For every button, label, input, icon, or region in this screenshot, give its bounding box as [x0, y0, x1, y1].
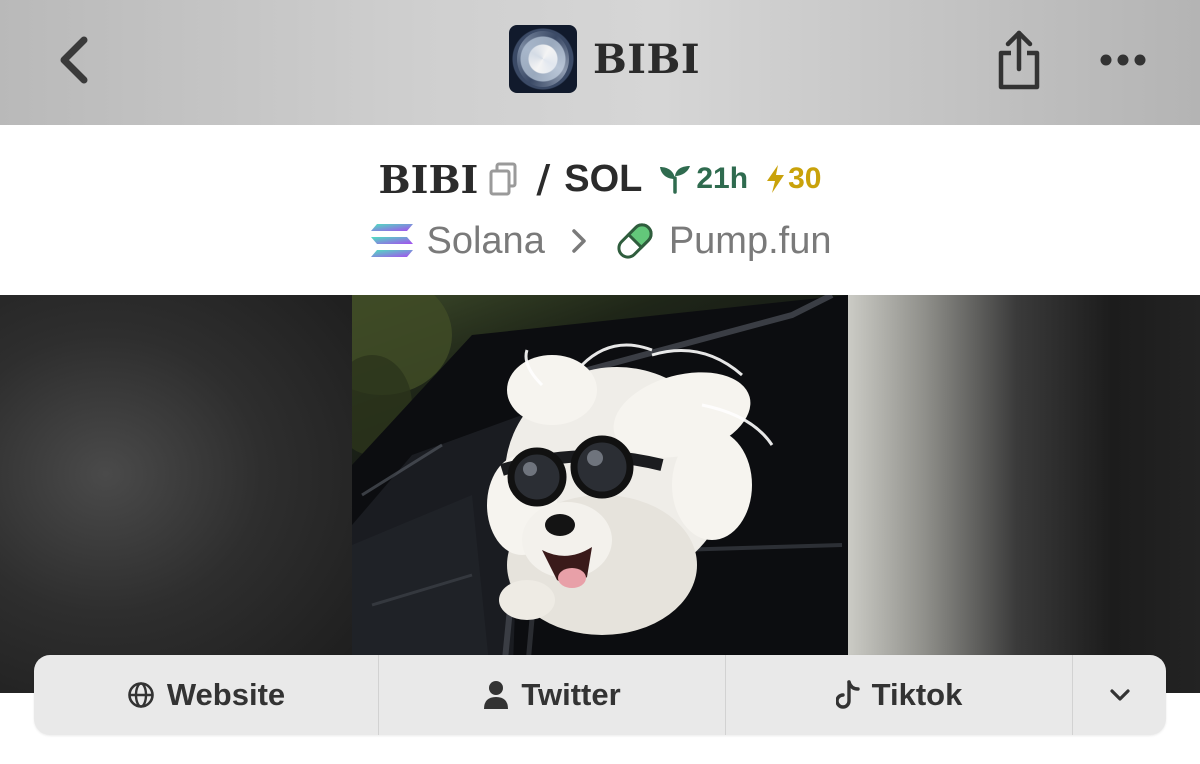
sprout-icon	[660, 166, 691, 194]
boost-count: 30	[788, 162, 822, 195]
dex-link[interactable]: Pump.fun	[613, 219, 832, 263]
pair-header: BIBI / SOL 21h 30	[0, 150, 1200, 208]
page-title: BIBI	[593, 35, 701, 83]
banner-backdrop-left	[0, 295, 352, 693]
solana-icon	[370, 224, 413, 257]
token-title-group: BIBI	[509, 25, 700, 93]
twitter-button[interactable]: Twitter	[379, 655, 726, 735]
website-button[interactable]: Website	[34, 655, 379, 735]
dex-name: Pump.fun	[668, 219, 832, 262]
pill-icon	[617, 223, 653, 259]
more-links-button[interactable]	[1073, 655, 1166, 735]
token-banner	[0, 295, 1200, 693]
twitter-label: Twitter	[521, 677, 621, 712]
token-avatar	[509, 25, 577, 93]
lightning-icon	[767, 165, 785, 193]
back-button[interactable]	[52, 32, 96, 88]
more-options-button[interactable]	[1098, 40, 1148, 80]
base-token-symbol: BIBI	[378, 156, 479, 202]
user-icon	[484, 681, 509, 709]
chevron-right-icon	[571, 228, 587, 254]
banner-backdrop-right	[848, 295, 1200, 693]
network-link[interactable]: Solana	[369, 220, 545, 263]
tiktok-label: Tiktok	[871, 677, 963, 712]
chevron-down-icon	[1109, 689, 1130, 701]
tiktok-button[interactable]: Tiktok	[726, 655, 1073, 735]
share-icon	[998, 30, 1040, 90]
boost-badge[interactable]: 30	[764, 162, 821, 196]
quote-token-symbol: SOL	[564, 157, 643, 200]
website-label: Website	[166, 677, 286, 712]
banner-image	[352, 295, 848, 693]
share-button[interactable]	[992, 26, 1046, 92]
network-name: Solana	[426, 219, 545, 262]
copy-icon[interactable]	[488, 162, 518, 196]
chain-breadcrumb: Solana Pump.fun	[0, 214, 1200, 268]
tiktok-icon	[835, 680, 860, 709]
globe-icon	[128, 682, 154, 708]
pair-age-badge: 21h	[658, 162, 748, 196]
chevron-left-icon	[60, 36, 88, 84]
pair-separator: /	[536, 157, 551, 201]
pair-age-text: 21h	[696, 162, 749, 195]
top-nav-bar: BIBI	[0, 0, 1200, 125]
ellipsis-icon	[1100, 54, 1146, 66]
social-links-bar: Website Twitter Tiktok	[34, 655, 1166, 735]
